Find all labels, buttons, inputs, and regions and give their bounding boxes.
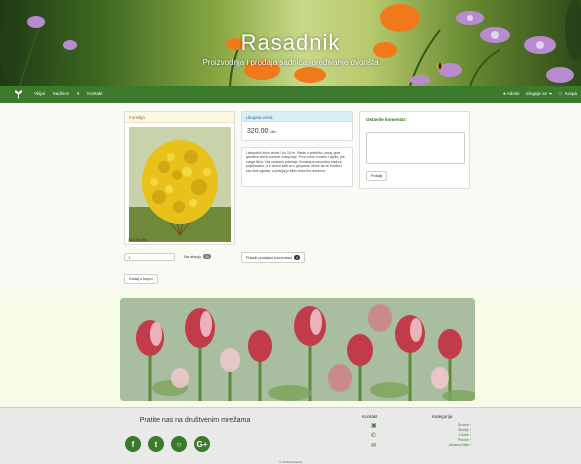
nav-cart[interactable]: 🛒 Korpa <box>558 91 577 97</box>
user-icon: ● <box>503 91 506 96</box>
instagram-icon[interactable]: ○ <box>171 436 187 452</box>
logout-icon: ➜ <box>548 91 553 96</box>
google-plus-icon[interactable]: G+ <box>194 436 210 452</box>
site-subtitle: Proizvodnja i prodaja sadnica, uređivanj… <box>202 58 379 67</box>
nav-admin[interactable]: ● Admin <box>503 91 520 97</box>
product-card: Forsitija <box>124 111 235 245</box>
twitter-icon[interactable]: t <box>148 436 164 452</box>
nav-item-home[interactable]: Vkijal <box>34 91 45 97</box>
header-banner: Rasadnik Proizvodnja i prodaja sadnica, … <box>0 0 581 86</box>
comment-card: Ostavite komentar: Pošalji <box>359 111 470 189</box>
product-name: Forsitija <box>125 112 234 123</box>
cart-icon: 🛒 <box>558 91 564 96</box>
contact-icons: ▣ ✆ ✉ <box>371 422 377 449</box>
nav-right-menu: ● Admin Izloguje se ➜ 🛒 Korpa <box>503 91 577 97</box>
social-links: f t ○ G+ <box>125 436 210 452</box>
footer: Pratite nas na društvenim mrežama f t ○ … <box>0 407 581 464</box>
comment-submit-button[interactable]: Pošalji <box>366 171 388 181</box>
follow-us-text: Pratite nas na društvenim mrežama <box>139 417 251 424</box>
total-label: Ukupna cena <box>242 112 352 122</box>
tulips-image <box>120 298 475 401</box>
main-navbar: Vkijal Sadnice ▾ Kontakt ● Admin Izloguj… <box>0 86 581 103</box>
stock-count-badge: 20 <box>202 254 211 259</box>
copyright: © 2019 Rasadnik <box>278 460 303 464</box>
show-comments-button[interactable]: Prikaži prodajne komentare 0 <box>241 252 306 263</box>
total-value: 320.00 din. <box>247 128 277 135</box>
nav-item-plants[interactable]: Sadnice <box>53 91 69 97</box>
nav-logout[interactable]: Izloguje se ➜ <box>526 91 553 97</box>
comment-textarea[interactable] <box>366 132 465 164</box>
stock-info: Na stanju 20 <box>184 254 211 259</box>
email-icon[interactable]: ✉ <box>371 442 377 449</box>
category-links: Drveće › Žbunje › Cveće › Povrće › Ukras… <box>449 423 471 448</box>
contact-heading: Kontakt <box>362 414 378 419</box>
comments-count-badge: 0 <box>294 255 301 260</box>
plant-logo-icon[interactable] <box>14 89 23 99</box>
nav-item-contact[interactable]: Kontakt <box>87 91 102 97</box>
categories-heading: Kategorija <box>432 414 453 419</box>
site-title: Rasadnik <box>240 30 341 55</box>
quantity-input[interactable]: 1 <box>124 253 175 261</box>
product-description: Listopadni žbun visine i do 3,5 m. Raste… <box>241 147 353 187</box>
nav-plants-dropdown-caret[interactable]: ▾ <box>77 91 79 97</box>
category-link[interactable]: Ukrasno bilje › <box>449 443 471 448</box>
product-image <box>129 127 231 242</box>
map-icon[interactable]: ▣ <box>371 422 377 429</box>
comment-title: Ostavite komentar: <box>366 117 407 122</box>
add-to-cart-button[interactable]: Dodaj u korpu <box>124 274 158 284</box>
product-price: 320.00 din. <box>128 237 148 242</box>
phone-icon[interactable]: ✆ <box>371 432 377 439</box>
facebook-icon[interactable]: f <box>125 436 141 452</box>
total-price-card: Ukupna cena 320.00 din. <box>241 111 353 141</box>
nav-left-menu: Vkijal Sadnice ▾ Kontakt <box>34 91 103 97</box>
